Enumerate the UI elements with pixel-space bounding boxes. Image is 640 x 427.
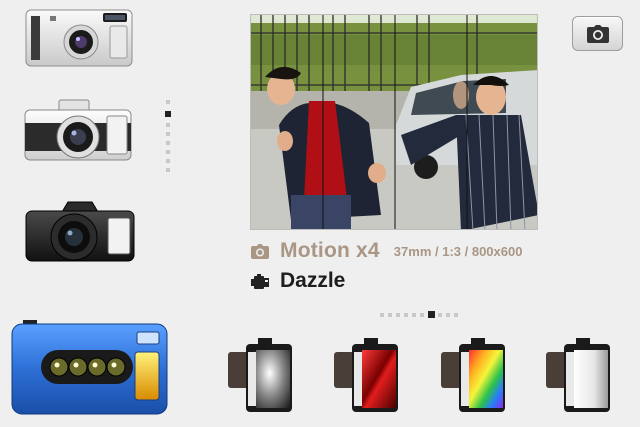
blue-four-lens-camera-icon — [11, 320, 168, 415]
camera-option-silver-compact[interactable] — [25, 8, 133, 70]
film-name: Dazzle — [280, 269, 346, 292]
film-monochrome-icon — [228, 338, 292, 412]
pager-dot — [166, 100, 170, 104]
retro-rangefinder-camera-icon — [24, 99, 132, 161]
pager-dot — [404, 313, 408, 317]
camera-pager — [165, 100, 171, 172]
pager-dot — [388, 313, 392, 317]
camera-specs: 37mm / 1:3 / 800x600 — [393, 243, 523, 259]
camera-small-icon — [250, 241, 270, 261]
motion-x4-sample-photo — [251, 15, 537, 229]
film-red-icon — [334, 338, 398, 412]
pager-dot — [166, 150, 170, 154]
camera-info: Motion x4 37mm / 1:3 / 800x600 — [250, 238, 522, 264]
film-rainbow-icon — [441, 338, 505, 412]
film-option-monochrome[interactable] — [228, 338, 294, 414]
preview-photo — [250, 14, 538, 230]
pager-dot — [166, 168, 170, 172]
camera-icon — [586, 24, 609, 43]
pager-dot-active — [165, 111, 171, 117]
camera-option-retro-rangefinder[interactable] — [23, 98, 135, 164]
film-info: Dazzle — [250, 268, 345, 294]
pager-dot — [166, 141, 170, 145]
camera-name: Motion x4 — [280, 239, 380, 262]
camera-option-black-slr[interactable] — [24, 198, 136, 266]
silver-compact-camera-icon — [25, 9, 133, 67]
pager-dot — [166, 132, 170, 136]
film-canister-small-icon — [250, 271, 270, 291]
pager-dot — [396, 313, 400, 317]
shutter-button[interactable] — [572, 16, 623, 51]
pager-dot-active — [428, 311, 435, 318]
camera-option-blue-four-lens[interactable] — [11, 320, 169, 416]
pager-dot — [166, 159, 170, 163]
film-option-red[interactable] — [334, 338, 400, 414]
pager-dot — [438, 313, 442, 317]
pager-dot — [446, 313, 450, 317]
black-slr-camera-icon — [25, 201, 135, 262]
pager-dot — [420, 313, 424, 317]
pager-dot — [454, 313, 458, 317]
pager-dot — [166, 123, 170, 127]
film-silver-icon — [546, 338, 610, 412]
film-pager — [380, 311, 462, 319]
film-option-rainbow[interactable] — [441, 338, 507, 414]
pager-dot — [380, 313, 384, 317]
pager-dot — [412, 313, 416, 317]
film-option-silver[interactable] — [546, 338, 612, 414]
